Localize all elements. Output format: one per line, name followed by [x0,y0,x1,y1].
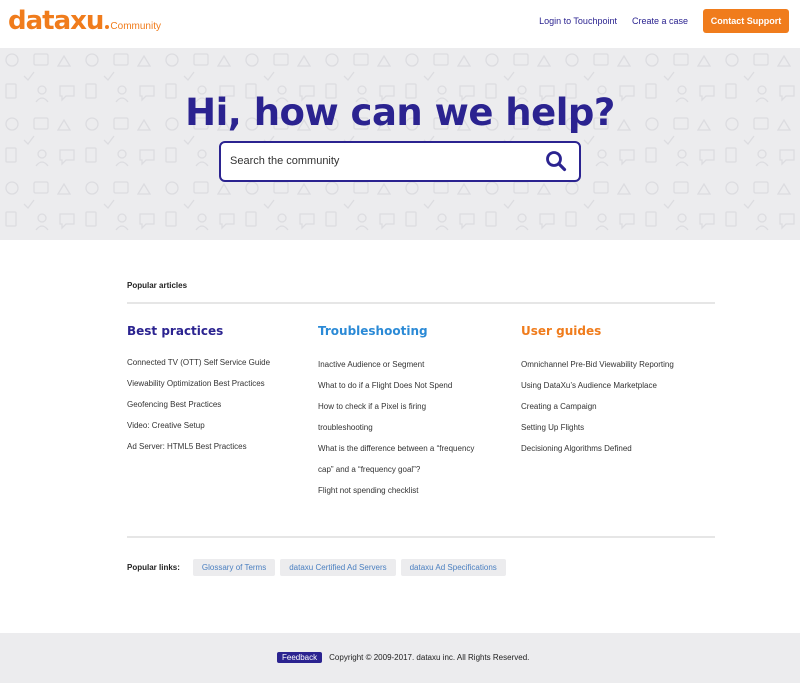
best-practices-heading[interactable]: Best practices [127,324,317,338]
feedback-button[interactable]: Feedback [277,652,323,663]
article-link[interactable]: Creating a Campaign [521,396,711,417]
logo-dot [105,25,110,29]
article-link[interactable]: What is the difference between a “freque… [318,438,508,459]
article-link[interactable]: troubleshooting [318,417,508,438]
article-link[interactable]: What to do if a Flight Does Not Spend [318,375,508,396]
site-header: dataxu Community Login to Touchpoint Cre… [0,0,800,48]
logo-subtitle: Community [110,21,161,32]
logo-wordmark: dataxu [8,6,104,36]
article-link[interactable]: Geofencing Best Practices [127,394,317,415]
article-link[interactable]: Using DataXu’s Audience Marketplace [521,375,711,396]
popular-articles-label: Popular articles [127,281,188,290]
article-link[interactable]: Connected TV (OTT) Self Service Guide [127,352,317,373]
user-guides-heading[interactable]: User guides [521,324,711,338]
article-link[interactable]: Video: Creative Setup [127,415,317,436]
divider-top [127,302,715,304]
article-link[interactable]: Viewability Optimization Best Practices [127,373,317,394]
top-nav: Login to Touchpoint Create a case Contac… [539,9,789,33]
article-link[interactable]: Flight not spending checklist [318,480,508,501]
site-footer: Feedback Copyright © 2009-2017. dataxu i… [0,633,800,683]
popular-links-label: Popular links: [127,563,180,572]
create-case-link[interactable]: Create a case [632,16,688,26]
user-guides-column: User guides Omnichannel Pre-Bid Viewabil… [521,324,711,459]
contact-support-button[interactable]: Contact Support [703,9,789,33]
search-box[interactable] [219,141,581,182]
copyright-text: Copyright © 2009-2017. dataxu inc. All R… [329,653,530,662]
article-link[interactable]: How to check if a Pixel is firing [318,396,508,417]
article-link[interactable]: Inactive Audience or Segment [318,354,508,375]
hero-heading: Hi, how can we help? [185,91,615,134]
divider-bottom [127,536,715,538]
article-link[interactable]: Ad Server: HTML5 Best Practices [127,436,317,457]
search-icon[interactable] [545,150,567,172]
search-input[interactable] [230,152,530,170]
popular-links-row: Popular links: Glossary of Terms dataxu … [127,559,511,576]
article-link[interactable]: Setting Up Flights [521,417,711,438]
troubleshooting-column: Troubleshooting Inactive Audience or Seg… [318,324,508,501]
glossary-link[interactable]: Glossary of Terms [192,559,276,576]
ad-specifications-link[interactable]: dataxu Ad Specifications [400,559,506,576]
troubleshooting-heading[interactable]: Troubleshooting [318,324,508,338]
article-link[interactable]: cap” and a “frequency goal”? [318,459,508,480]
article-link[interactable]: Decisioning Algorithms Defined [521,438,711,459]
article-link[interactable]: Omnichannel Pre-Bid Viewability Reportin… [521,354,711,375]
certified-ad-servers-link[interactable]: dataxu Certified Ad Servers [280,559,396,576]
best-practices-column: Best practices Connected TV (OTT) Self S… [127,324,317,457]
dataxu-community-logo[interactable]: dataxu Community [8,6,161,36]
hero-banner: Hi, how can we help? [0,48,800,240]
login-touchpoint-link[interactable]: Login to Touchpoint [539,16,617,26]
